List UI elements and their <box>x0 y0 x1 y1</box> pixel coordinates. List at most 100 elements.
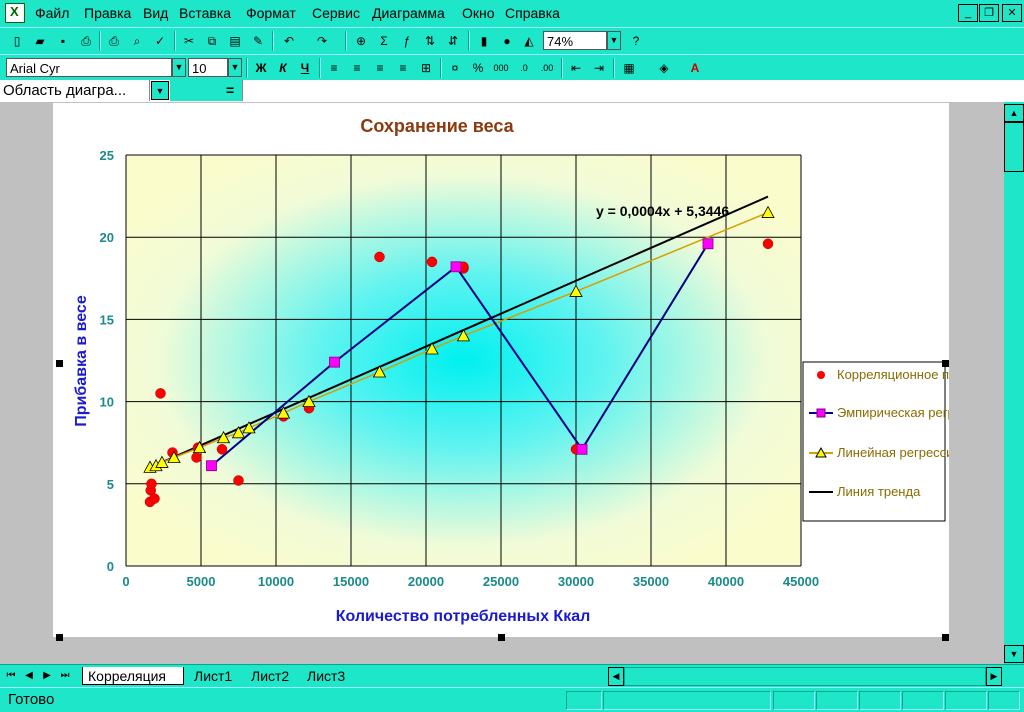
zoom-dropdown-icon[interactable]: ▼ <box>607 31 621 50</box>
menu-window[interactable]: Окно <box>462 5 495 21</box>
formula-input[interactable] <box>243 80 1024 101</box>
percent-icon[interactable]: % <box>469 59 487 77</box>
font-color-icon[interactable]: A <box>686 59 704 77</box>
currency-icon[interactable]: ¤ <box>446 59 464 77</box>
next-sheet-icon[interactable]: ▶ <box>38 667 56 685</box>
name-box[interactable]: Область диагра... <box>0 80 150 101</box>
help-icon[interactable]: ? <box>627 32 645 50</box>
italic-icon[interactable]: К <box>274 59 292 77</box>
new-document-icon[interactable]: ▯ <box>8 32 26 50</box>
x-tick-label: 35000 <box>633 574 669 589</box>
scroll-left-icon[interactable]: ◀ <box>608 667 624 686</box>
vertical-scrollbar[interactable]: ▲ ▼ <box>1004 102 1024 664</box>
menu-file[interactable]: Файл <box>35 5 69 21</box>
zoom-combo[interactable]: 74% <box>543 31 607 50</box>
x-axis-label[interactable]: Количество потребленных Ккал <box>336 608 591 625</box>
chart-title[interactable]: Сохранение веса <box>360 116 514 136</box>
menu-help[interactable]: Справка <box>505 5 560 21</box>
hyperlink-icon[interactable]: ⊕ <box>352 32 370 50</box>
tab-sheet1[interactable]: Лист1 <box>194 667 232 685</box>
correlation-point <box>374 251 385 263</box>
scroll-up-icon[interactable]: ▲ <box>1004 104 1024 122</box>
menu-format[interactable]: Формат <box>246 5 296 21</box>
resize-handle[interactable] <box>498 634 505 641</box>
menu-chart[interactable]: Диаграмма <box>372 5 445 21</box>
resize-handle[interactable] <box>56 634 63 641</box>
decrease-indent-icon[interactable]: ⇤ <box>567 59 585 77</box>
decrease-decimal-icon[interactable]: .00 <box>538 59 556 77</box>
chart-svg[interactable]: 0 5000 10000 15000 20000 25000 30000 35000 40000… <box>53 103 989 637</box>
undo-icon[interactable]: ↶ <box>280 32 298 50</box>
name-box-dropdown-icon[interactable]: ▼ <box>151 81 169 100</box>
tab-sheet3[interactable]: Лист3 <box>307 667 345 685</box>
minimize-icon[interactable]: _ <box>958 4 978 22</box>
borders-icon[interactable]: ▦ <box>620 59 638 77</box>
chart-wizard-icon[interactable]: ▮ <box>475 32 493 50</box>
function-icon[interactable]: ƒ <box>398 32 416 50</box>
menu-view[interactable]: Вид <box>143 5 168 21</box>
open-folder-icon[interactable]: ▰ <box>31 32 49 50</box>
sheet-tabs-bar: ⏮ ◀ ▶ ⏭ Корреляция Лист1 Лист2 Лист3 ◀ ▶ <box>0 664 1024 687</box>
align-left-icon[interactable]: ≡ <box>325 59 343 77</box>
y-tick-label: 10 <box>100 395 114 410</box>
resize-handle[interactable] <box>56 360 63 367</box>
legend-linear-label: Линейная регрессия <box>837 445 949 460</box>
tab-sheet2[interactable]: Лист2 <box>251 667 289 685</box>
fill-color-icon[interactable]: ◈ <box>655 59 673 77</box>
x-tick-label: 10000 <box>258 574 294 589</box>
font-size-combo[interactable]: 10 <box>188 58 228 77</box>
print-icon[interactable]: ⎙ <box>105 32 123 50</box>
close-icon[interactable]: ✕ <box>1002 4 1022 22</box>
increase-indent-icon[interactable]: ⇥ <box>590 59 608 77</box>
drawing-icon[interactable]: ◭ <box>520 32 538 50</box>
correlation-point <box>426 256 438 268</box>
sort-descending-icon[interactable]: ⇵ <box>444 32 462 50</box>
font-size-dropdown-icon[interactable]: ▼ <box>228 58 242 77</box>
merge-cells-icon[interactable]: ⊞ <box>417 59 435 77</box>
correlation-point <box>762 238 774 250</box>
font-name-dropdown-icon[interactable]: ▼ <box>172 58 186 77</box>
resize-handle[interactable] <box>942 360 949 367</box>
save-icon[interactable]: ▪ <box>54 32 72 50</box>
sort-ascending-icon[interactable]: ⇅ <box>421 32 439 50</box>
trend-equation[interactable]: y = 0,0004x + 5,3446 <box>596 203 729 219</box>
menu-insert[interactable]: Вставка <box>179 5 231 21</box>
restore-icon[interactable]: ❐ <box>979 4 999 22</box>
paste-icon[interactable]: ▤ <box>226 32 244 50</box>
excel-app-icon[interactable] <box>5 3 25 23</box>
prev-sheet-icon[interactable]: ◀ <box>20 667 38 685</box>
bold-icon[interactable]: Ж <box>252 59 270 77</box>
tab-correlation[interactable]: Корреляция <box>82 667 184 685</box>
autosum-icon[interactable]: Σ <box>375 32 393 50</box>
last-sheet-icon[interactable]: ⏭ <box>56 667 74 685</box>
legend[interactable]: Корреляционное поле Эмпирическая регресс… <box>802 361 989 522</box>
horizontal-scrollbar[interactable] <box>624 667 986 686</box>
increase-decimal-icon[interactable]: .0 <box>515 59 533 77</box>
thousands-icon[interactable]: 000 <box>492 59 510 77</box>
print-preview-icon[interactable]: ⎙ <box>77 32 95 50</box>
align-right-icon[interactable]: ≡ <box>371 59 389 77</box>
formula-equals[interactable]: = <box>226 82 234 98</box>
menu-tools[interactable]: Сервис <box>312 5 360 21</box>
scroll-thumb[interactable] <box>1004 122 1024 172</box>
spellcheck-icon[interactable]: ✓ <box>151 32 169 50</box>
resize-handle[interactable] <box>942 634 949 641</box>
y-tick-label: 25 <box>100 148 114 163</box>
underline-icon[interactable]: Ч <box>296 59 314 77</box>
redo-icon[interactable]: ↷ <box>313 32 331 50</box>
chart-area[interactable]: 0 5000 10000 15000 20000 25000 30000 35000 40000… <box>53 103 989 637</box>
menu-edit[interactable]: Правка <box>84 5 131 21</box>
scroll-down-icon[interactable]: ▼ <box>1004 645 1024 663</box>
map-icon[interactable]: ● <box>498 32 516 50</box>
y-tick-label: 20 <box>100 230 114 245</box>
preview-icon[interactable]: ⌕ <box>128 32 146 50</box>
first-sheet-icon[interactable]: ⏮ <box>2 667 20 685</box>
format-painter-icon[interactable]: ✎ <box>249 32 267 50</box>
font-name-combo[interactable]: Arial Cyr <box>6 58 172 77</box>
copy-icon[interactable]: ⧉ <box>203 32 221 50</box>
y-axis-label[interactable]: Прибавка в весе <box>73 295 90 427</box>
scroll-right-icon[interactable]: ▶ <box>986 667 1002 686</box>
justify-icon[interactable]: ≡ <box>394 59 412 77</box>
cut-icon[interactable]: ✂ <box>180 32 198 50</box>
align-center-icon[interactable]: ≡ <box>348 59 366 77</box>
